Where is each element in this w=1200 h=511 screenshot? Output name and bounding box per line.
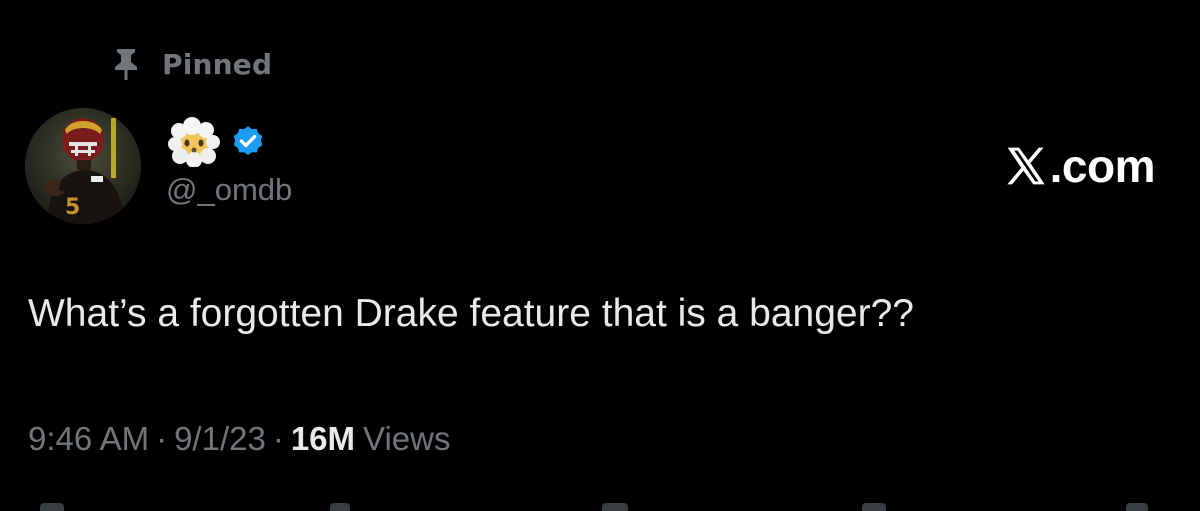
meta-separator: · [272,420,284,457]
tweet-date[interactable]: 9/1/23 [174,420,266,458]
verified-badge-icon[interactable] [230,124,266,160]
views-label[interactable]: Views [363,420,450,458]
pinned-indicator: Pinned [112,44,272,84]
pin-icon [112,47,140,81]
author-handle[interactable]: @_omdb [166,172,292,208]
avatar[interactable]: 5 [25,108,141,224]
meta-separator: · [156,420,168,457]
tweet-time[interactable]: 9:46 AM [28,420,149,458]
views-count[interactable]: 16M [291,420,355,458]
pinned-label: Pinned [162,47,273,81]
x-com-watermark: .com [1004,138,1156,194]
face-in-clouds-emoji-icon [166,117,222,168]
like-icon[interactable] [602,503,628,511]
watermark-text: .com [1049,140,1156,192]
reply-icon[interactable] [40,503,64,511]
tweet-text: What’s a forgotten Drake feature that is… [28,292,914,335]
svg-text:5: 5 [65,195,80,220]
tweet-card: Pinned 5 @_omdb .com What’s a forgotten … [0,0,1200,511]
share-icon[interactable] [1126,503,1148,511]
bookmark-icon[interactable] [862,503,886,511]
repost-icon[interactable] [330,503,350,511]
tweet-meta: 9:46 AM · 9/1/23 · 16M Views [28,420,450,458]
author-name-row[interactable] [166,117,266,168]
x-logo-icon [1004,144,1048,188]
